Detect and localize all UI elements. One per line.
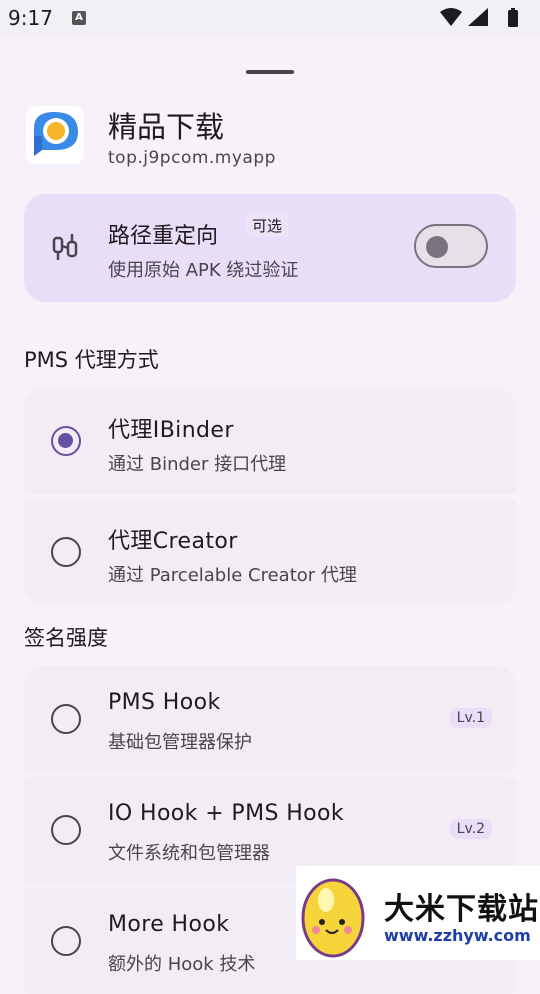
notification-icon: A	[72, 11, 86, 25]
option-subtitle: 文件系统和包管理器	[108, 843, 270, 864]
radio-unselected[interactable]	[51, 537, 81, 567]
watermark-url: www.zzhyw.com	[384, 926, 531, 945]
radio-unselected[interactable]	[51, 815, 81, 845]
option-subtitle: 基础包管理器保护	[108, 732, 252, 753]
option-subtitle: 通过 Parcelable Creator 代理	[108, 565, 357, 586]
app-package: top.j9pcom.myapp	[108, 148, 276, 168]
signal-icon	[468, 8, 488, 26]
option-title: More Hook	[108, 912, 230, 937]
status-icons	[438, 6, 528, 34]
route-icon	[50, 232, 80, 262]
drag-handle[interactable]	[246, 70, 294, 74]
level-badge: Lv.1	[449, 708, 492, 728]
option-subtitle: 额外的 Hook 技术	[108, 954, 256, 975]
option-title: IO Hook + PMS Hook	[108, 801, 345, 826]
app-logo-icon	[26, 106, 84, 164]
app-name: 精品下载	[108, 110, 225, 144]
status-time: 9:17	[8, 6, 53, 30]
pms-option-ibinder[interactable]: 代理IBinder 通过 Binder 接口代理	[24, 388, 516, 494]
pms-option-creator[interactable]: 代理Creator 通过 Parcelable Creator 代理	[24, 499, 516, 605]
optional-badge: 可选	[246, 214, 289, 237]
pms-section-title: PMS 代理方式	[24, 348, 159, 372]
level-badge: Lv.2	[449, 819, 492, 839]
option-title: 代理Creator	[108, 529, 238, 554]
mascot-logo-icon	[298, 868, 368, 958]
radio-dot	[58, 433, 73, 448]
redirect-title: 路径重定向	[108, 224, 219, 249]
redirect-subtitle: 使用原始 APK 绕过验证	[108, 260, 299, 281]
redirect-toggle[interactable]	[414, 224, 488, 268]
option-title: PMS Hook	[108, 690, 221, 715]
battery-icon	[508, 8, 518, 27]
toggle-knob	[426, 236, 448, 258]
option-title: 代理IBinder	[108, 418, 234, 443]
radio-selected[interactable]	[51, 426, 81, 456]
redirect-card[interactable]: 路径重定向 可选 使用原始 APK 绕过验证	[24, 194, 516, 302]
wifi-icon	[440, 8, 462, 26]
status-bar: 9:17 A	[0, 0, 540, 36]
signature-section-title: 签名强度	[24, 626, 108, 650]
watermark: 大米下载站 www.zzhyw.com	[296, 866, 540, 960]
watermark-title: 大米下载站	[384, 892, 539, 927]
signature-option-pms-hook[interactable]: PMS Hook 基础包管理器保护 Lv.1	[24, 666, 516, 772]
bottom-sheet: 精品下载 top.j9pcom.myapp 路径重定向 可选 使用原始 APK …	[0, 36, 540, 994]
radio-unselected[interactable]	[51, 926, 81, 956]
radio-unselected[interactable]	[51, 704, 81, 734]
option-subtitle: 通过 Binder 接口代理	[108, 454, 287, 475]
